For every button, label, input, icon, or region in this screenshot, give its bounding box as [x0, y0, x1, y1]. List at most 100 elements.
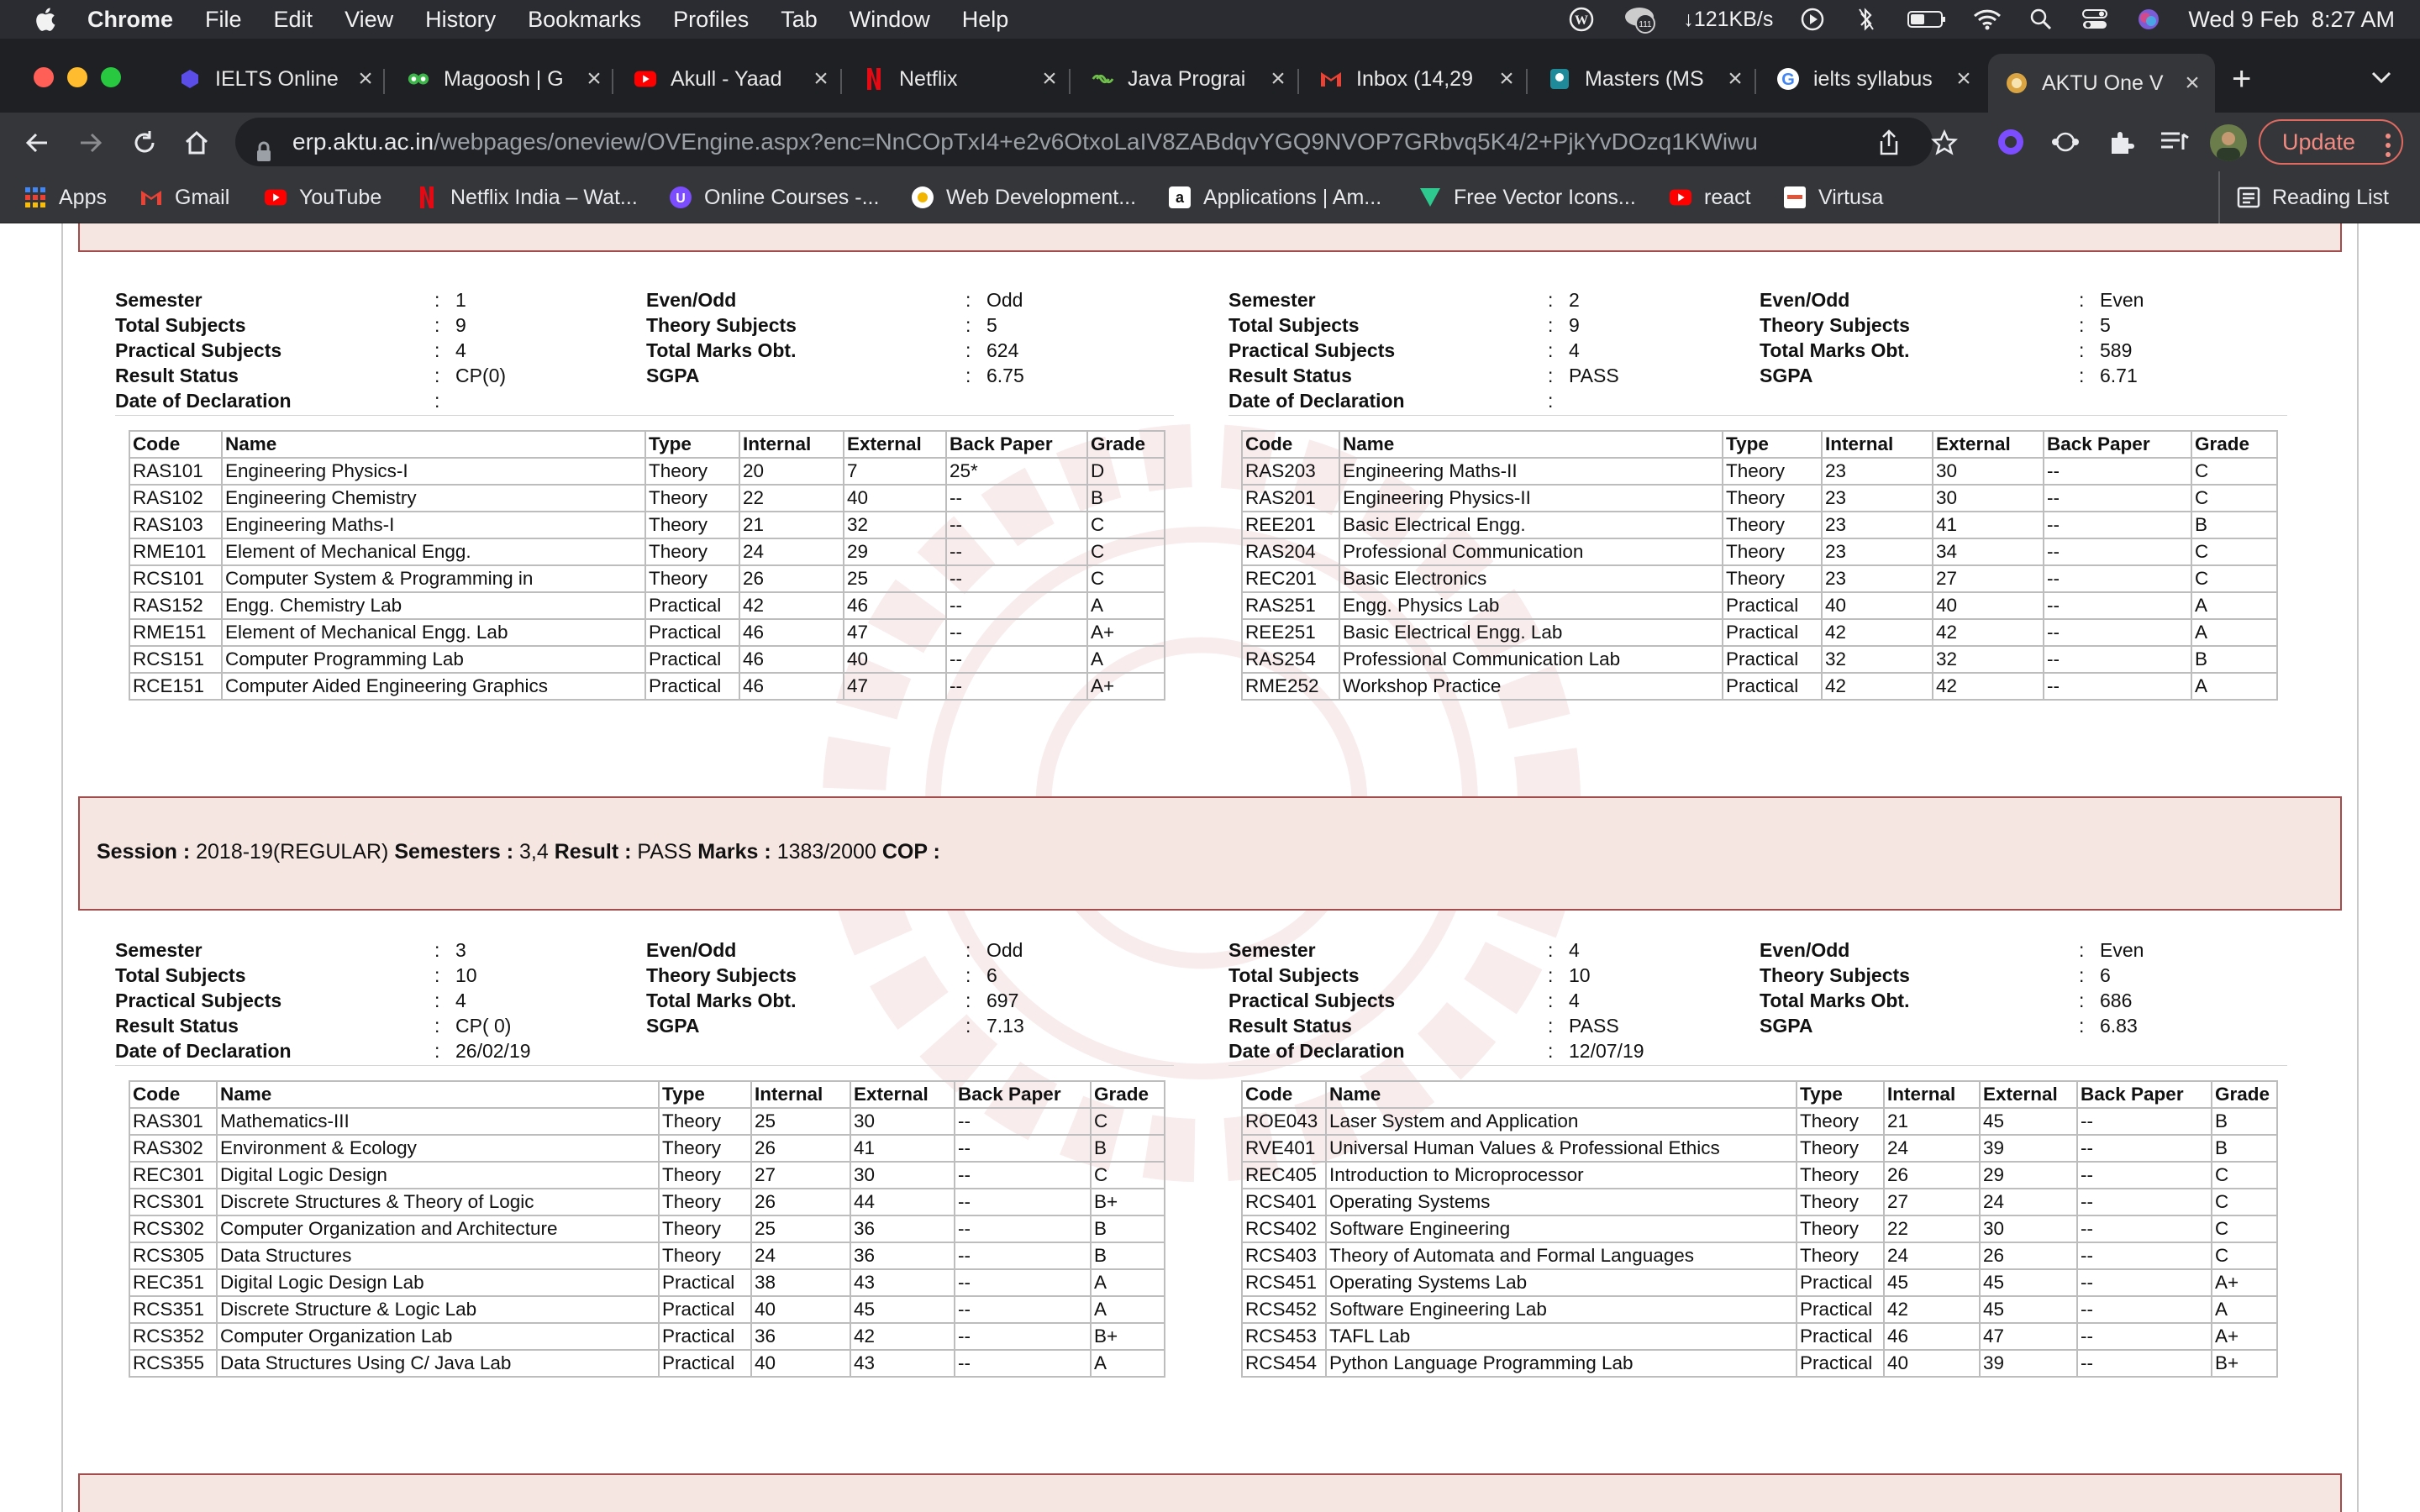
close-tab-icon[interactable]: × — [355, 65, 376, 93]
cell-type: Practical — [644, 672, 740, 701]
cell-internal: 26 — [750, 1188, 851, 1216]
browser-tab[interactable]: Netflix × — [862, 55, 1060, 102]
cell-back-paper: -- — [2076, 1349, 2212, 1378]
window-minimize-button[interactable] — [67, 67, 87, 87]
menu-app-name[interactable]: Chrome — [87, 7, 173, 33]
menu-bookmarks[interactable]: Bookmarks — [528, 7, 641, 33]
close-tab-icon[interactable]: × — [2181, 69, 2203, 97]
colon: : — [1548, 339, 1554, 361]
cell-back-paper: -- — [2076, 1134, 2212, 1163]
cell-grade: B+ — [1090, 1188, 1165, 1216]
browser-tab[interactable]: Masters (MS × — [1548, 55, 1746, 102]
browser-tab[interactable]: Inbox (14,29 × — [1319, 55, 1518, 102]
apple-logo-icon[interactable] — [32, 6, 57, 33]
reading-list-queue-icon[interactable] — [2160, 129, 2190, 159]
total-marks-value: 686 — [2100, 990, 2133, 1011]
cell-grade: A — [1090, 1268, 1165, 1297]
update-button[interactable]: Update — [2259, 119, 2403, 165]
wifi-icon[interactable] — [1973, 7, 2002, 32]
control-center-icon[interactable] — [2081, 7, 2109, 32]
browser-tab[interactable]: Magoosh | G × — [407, 55, 605, 102]
close-tab-icon[interactable]: × — [1039, 65, 1060, 93]
bookmark-free-vector-icons[interactable]: Free Vector Icons... — [1418, 171, 1636, 223]
bookmark-apps[interactable]: Apps — [24, 171, 107, 223]
close-tab-icon[interactable]: × — [1267, 65, 1289, 93]
menu-history[interactable]: History — [425, 7, 496, 33]
cell-external: 45 — [1979, 1268, 2078, 1297]
battery-icon[interactable] — [1906, 7, 1948, 32]
close-tab-icon[interactable]: × — [1496, 65, 1518, 93]
cell-name: Operating Systems — [1325, 1188, 1797, 1216]
window-zoom-button[interactable] — [101, 67, 121, 87]
bookmark-web-development[interactable]: Web Development... — [911, 171, 1136, 223]
table-body: RAS101 Engineering Physics-I Theory 20 7 25* D… — [129, 457, 1165, 701]
menu-profiles[interactable]: Profiles — [673, 7, 749, 33]
siri-icon[interactable] — [2134, 7, 2163, 32]
extension-icon[interactable] — [1996, 128, 2025, 160]
cell-name: Basic Electrical Engg. Lab — [1339, 618, 1723, 647]
close-tab-icon[interactable]: × — [810, 65, 832, 93]
menu-window[interactable]: Window — [850, 7, 930, 33]
cell-type: Theory — [1722, 484, 1823, 512]
cell-grade: A+ — [1086, 672, 1165, 701]
bookmark-react[interactable]: react — [1669, 171, 1751, 223]
lock-icon[interactable] — [255, 131, 272, 166]
back-icon[interactable] — [24, 129, 50, 160]
label-theory-subjects: Theory Subjects — [1760, 964, 1910, 986]
more-vert-icon[interactable] — [2385, 129, 2391, 171]
bluetooth-icon[interactable] — [1852, 7, 1881, 32]
colon: : — [1548, 289, 1554, 311]
menu-tab[interactable]: Tab — [781, 7, 818, 33]
table-row: RCS302 Computer Organization and Architec… — [129, 1215, 1165, 1243]
even-odd-value: Odd — [986, 289, 1023, 311]
gmail-icon — [139, 186, 163, 209]
wordpress-icon[interactable]: W — [1567, 7, 1596, 32]
menu-bar-datetime[interactable]: Wed 9 Feb 8:27 AM — [2188, 7, 2395, 33]
bookmark-youtube[interactable]: YouTube — [264, 171, 381, 223]
spotlight-search-icon[interactable] — [2027, 7, 2055, 32]
menu-view[interactable]: View — [345, 7, 393, 33]
puzzle-extensions-icon[interactable] — [2107, 129, 2134, 160]
tab-search-chevron-icon[interactable] — [2370, 69, 2396, 89]
table-row: RAS152 Engg. Chemistry Lab Practical 42 46 --… — [129, 591, 1165, 620]
bookmark-star-icon[interactable] — [1930, 129, 1959, 160]
window-close-button[interactable] — [34, 67, 54, 87]
bookmark-applications-amazon[interactable]: a Applications | Am... — [1168, 171, 1381, 223]
new-tab-button[interactable]: + — [2232, 62, 2251, 96]
close-tab-icon[interactable]: × — [1724, 65, 1746, 93]
cell-grade: C — [2211, 1161, 2278, 1189]
colon: : — [1548, 1040, 1554, 1062]
cell-back-paper: -- — [954, 1322, 1092, 1351]
close-tab-icon[interactable]: × — [1953, 65, 1975, 93]
reading-list-button[interactable]: Reading List — [2218, 171, 2389, 223]
cell-name: Engineering Maths-II — [1339, 457, 1723, 486]
address-bar[interactable]: erp.aktu.ac.in/webpages/oneview/OVEngine… — [235, 118, 1933, 166]
cell-name: Operating Systems Lab — [1325, 1268, 1797, 1297]
bookmark-netflix[interactable]: Netflix India – Wat... — [415, 171, 638, 223]
menu-edit[interactable]: Edit — [274, 7, 313, 33]
extension-icon[interactable] — [2050, 129, 2081, 159]
share-icon[interactable] — [1877, 129, 1901, 160]
menu-file[interactable]: File — [205, 7, 242, 33]
browser-tab[interactable]: Akull - Yaad × — [634, 55, 832, 102]
home-icon[interactable] — [183, 129, 210, 160]
browser-tab[interactable]: IELTS Online × — [178, 55, 376, 102]
menu-help[interactable]: Help — [962, 7, 1009, 33]
browser-tab[interactable]: Java Prograi × — [1091, 55, 1289, 102]
cell-external: 36 — [850, 1215, 955, 1243]
close-tab-icon[interactable]: × — [583, 65, 605, 93]
play-icon[interactable] — [1798, 7, 1827, 32]
cell-type: Theory — [658, 1134, 752, 1163]
browser-tab-active[interactable]: AKTU One V × — [1988, 54, 2215, 113]
session-header-box — [78, 1473, 2342, 1512]
bookmark-online-courses[interactable]: U Online Courses -... — [669, 171, 879, 223]
bookmark-virtusa[interactable]: Virtusa — [1783, 171, 1883, 223]
notification-count-icon[interactable]: 111 — [1621, 7, 1658, 34]
table-row: RCS453 TAFL Lab Practical 46 47 -- A+ — [1241, 1322, 2278, 1351]
avatar[interactable] — [2210, 124, 2247, 161]
bookmark-gmail[interactable]: Gmail — [139, 171, 229, 223]
cell-external: 41 — [1932, 511, 2044, 539]
reload-icon[interactable] — [131, 129, 158, 160]
browser-tab[interactable]: G ielts syllabus × — [1776, 55, 1975, 102]
forward-icon[interactable] — [77, 129, 104, 160]
